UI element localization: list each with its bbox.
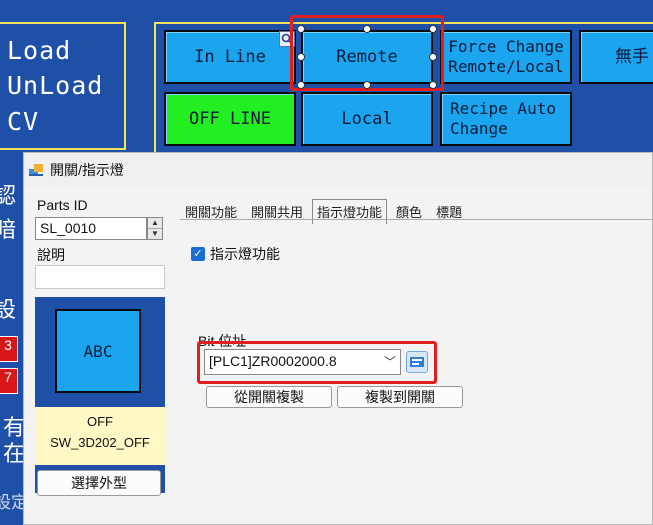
selection-handle: [297, 81, 305, 89]
recipe-auto-change-button[interactable]: Recipe Auto Change: [440, 92, 572, 146]
force-change-button[interactable]: Force Change Remote/Local: [440, 30, 572, 84]
selection-handle: [429, 81, 437, 89]
selection-handle: [363, 25, 371, 33]
preview-button: ABC: [55, 309, 141, 393]
indicator-checkbox[interactable]: ✓: [191, 247, 205, 261]
tab-title[interactable]: 標題: [431, 199, 467, 224]
side-text: 認: [0, 184, 17, 209]
tab-switch-function[interactable]: 開關功能: [180, 199, 242, 224]
recipe-auto-change-label: Recipe Auto Change: [450, 99, 556, 138]
side-red-indicator: 7: [0, 368, 18, 394]
side-text: 暗: [0, 218, 17, 243]
copy-from-switch-button[interactable]: 從開關複製: [206, 386, 332, 408]
description-label: 說明: [37, 247, 65, 263]
selection-handle: [297, 53, 305, 61]
side-red-indicator: 3: [0, 336, 18, 362]
tab-color[interactable]: 顏色: [391, 199, 427, 224]
force-change-label: Force Change Remote/Local: [448, 37, 564, 76]
indicator-checkbox-label: 指示燈功能: [210, 246, 280, 262]
preview-state: OFF: [87, 414, 113, 429]
parts-id-stepper[interactable]: ▲ ▼: [147, 217, 163, 240]
unload-label: UnLoad: [7, 71, 104, 100]
load-label: Load: [7, 36, 72, 65]
switch-indicator-dialog: 開關/指示燈 Parts ID SL_0010 ▲ ▼ 說明 ABC OFF S…: [23, 152, 653, 525]
side-text: 設: [0, 298, 17, 323]
manual-button[interactable]: 無手: [579, 30, 653, 84]
parts-column: Parts ID SL_0010 ▲ ▼ 說明 ABC OFF SW_3D202…: [24, 187, 179, 525]
app-icon: [28, 162, 44, 178]
parts-id-input[interactable]: SL_0010: [35, 217, 147, 240]
description-input[interactable]: [35, 265, 165, 289]
side-text: 在: [3, 442, 26, 467]
shape-preview: ABC OFF SW_3D202_OFF: [35, 297, 165, 493]
dialog-titlebar[interactable]: 開關/指示燈: [24, 153, 652, 187]
copy-to-switch-button[interactable]: 複製到開關: [337, 386, 463, 408]
chevron-down-icon[interactable]: ▼: [148, 229, 162, 240]
preview-shape-name: SW_3D202_OFF: [50, 435, 150, 450]
select-shape-button[interactable]: 選擇外型: [37, 470, 161, 496]
tab-indicator-function[interactable]: 指示燈功能: [312, 199, 388, 224]
tab-divider: [180, 219, 653, 220]
selection-handle: [363, 81, 371, 89]
selection-handle: [429, 25, 437, 33]
tab-bar: 開關功能 開關共用 指示燈功能 顏色 標題: [180, 199, 471, 224]
tab-switch-common[interactable]: 開關共用: [246, 199, 308, 224]
local-button[interactable]: Local: [301, 92, 433, 146]
selection-handle: [429, 53, 437, 61]
in-line-button[interactable]: In Line: [164, 30, 296, 84]
selection-handle: [297, 25, 305, 33]
off-line-button[interactable]: OFF LINE: [164, 92, 296, 146]
chevron-up-icon[interactable]: ▲: [148, 218, 162, 229]
parts-id-label: Parts ID: [37, 197, 88, 213]
preview-info: OFF SW_3D202_OFF: [35, 407, 165, 465]
bit-address-highlight-box: [197, 341, 437, 384]
dialog-title: 開關/指示燈: [50, 162, 124, 178]
cv-label: CV: [7, 107, 40, 136]
